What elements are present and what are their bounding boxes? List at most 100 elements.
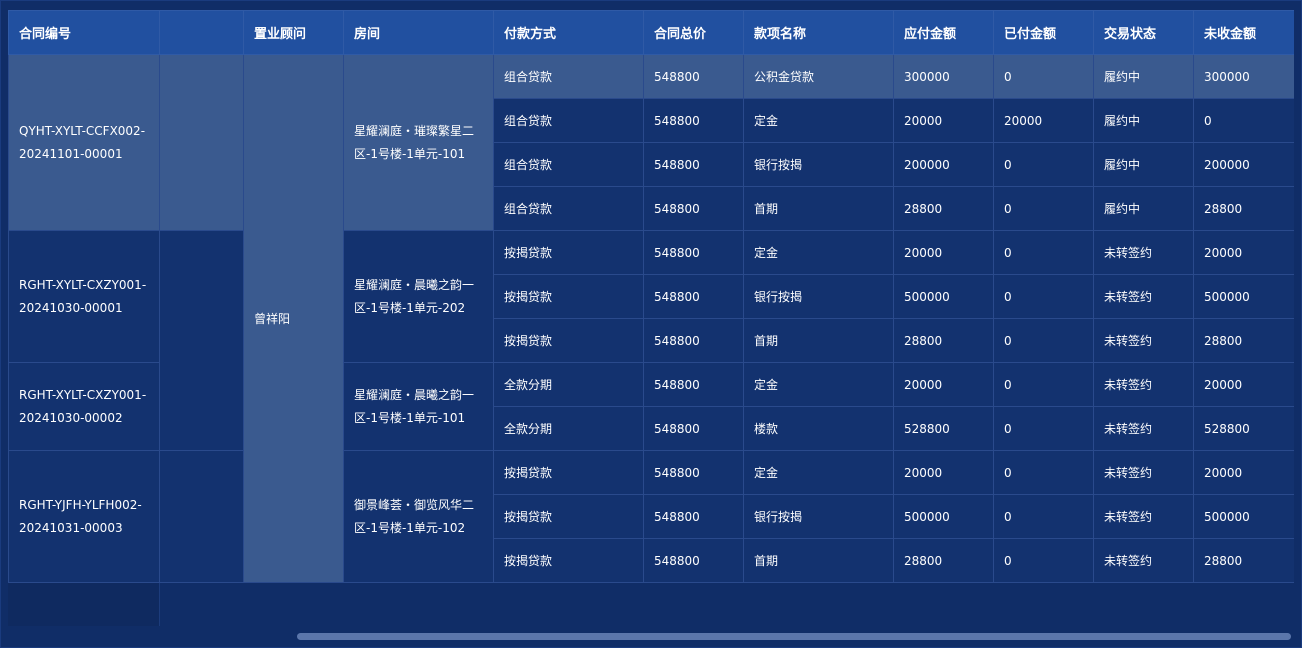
amount-due-cell: 20000 — [893, 98, 994, 143]
trade-status-cell: 履约中 — [1093, 54, 1194, 99]
amount-unpaid-cell: 28800 — [1193, 318, 1294, 363]
payment-method-cell: 全款分期 — [493, 406, 644, 451]
amount-paid-cell: 0 — [993, 362, 1094, 407]
contract-no-cell: RGHT-XYLT-CXZY001-20241030-00001 — [8, 230, 160, 363]
trade-status-cell: 未转签约 — [1093, 450, 1194, 495]
table-row[interactable]: RGHT-XYLT-CXZY001-20241030-00001 星耀澜庭・晨曦… — [8, 230, 1294, 451]
table-header-row: 合同编号 置业顾问 房间 付款方式 合同总价 款项名称 应付金额 已付金额 交易… — [8, 10, 1294, 55]
table-scroll-area[interactable]: 合同编号 置业顾问 房间 付款方式 合同总价 款项名称 应付金额 已付金额 交易… — [8, 10, 1294, 644]
header-item-name[interactable]: 款项名称 — [743, 10, 894, 55]
amount-due-cell: 500000 — [893, 274, 994, 319]
payment-method-cell: 组合贷款 — [493, 54, 644, 99]
contract-no-cell: RGHT-XYLT-CXZY001-20241030-00002 — [8, 362, 160, 451]
amount-unpaid-cell: 20000 — [1193, 450, 1294, 495]
amount-unpaid-cell: 20000 — [1193, 230, 1294, 275]
trade-status-cell: 未转签约 — [1093, 318, 1194, 363]
amount-due-cell: 500000 — [893, 494, 994, 539]
room-cell: 星耀澜庭・璀璨繁星二区-1号楼-1单元-101 — [343, 54, 494, 231]
header-contract-no[interactable]: 合同编号 — [8, 10, 160, 55]
item-name-cell: 定金 — [743, 450, 894, 495]
amount-paid-cell: 0 — [993, 494, 1094, 539]
advisor-cell: 曾祥阳 — [243, 54, 344, 583]
item-name-cell: 定金 — [743, 362, 894, 407]
horizontal-scrollbar[interactable] — [297, 633, 1291, 640]
trade-status-cell: 未转签约 — [1093, 274, 1194, 319]
contract-total-cell: 548800 — [643, 230, 744, 275]
amount-unpaid-cell: 28800 — [1193, 538, 1294, 583]
amount-due-cell: 528800 — [893, 406, 994, 451]
item-name-cell: 楼款 — [743, 406, 894, 451]
trade-status-cell: 未转签约 — [1093, 362, 1194, 407]
amount-unpaid-cell: 528800 — [1193, 406, 1294, 451]
amount-due-cell: 28800 — [893, 186, 994, 231]
amount-due-cell: 28800 — [893, 538, 994, 583]
payment-method-cell: 全款分期 — [493, 362, 644, 407]
amount-due-cell: 20000 — [893, 362, 994, 407]
contract-total-cell: 548800 — [643, 406, 744, 451]
horizontal-scrollbar-thumb[interactable] — [297, 633, 1291, 640]
header-amount-unpaid[interactable]: 未收金额 — [1193, 10, 1294, 55]
room-cell: 御景峰荟・御览风华二区-1号楼-1单元-102 — [343, 450, 494, 583]
amount-unpaid-cell: 28800 — [1193, 186, 1294, 231]
amount-paid-cell: 0 — [993, 186, 1094, 231]
amount-due-cell: 20000 — [893, 450, 994, 495]
amount-due-cell: 28800 — [893, 318, 994, 363]
contract-no-cell: QYHT-XYLT-CCFX002-20241101-00001 — [8, 54, 160, 231]
contract-payment-table: 合同编号 置业顾问 房间 付款方式 合同总价 款项名称 应付金额 已付金额 交易… — [8, 10, 1294, 583]
header-contract-total[interactable]: 合同总价 — [643, 10, 744, 55]
header-trade-status[interactable]: 交易状态 — [1093, 10, 1194, 55]
item-name-cell: 银行按揭 — [743, 494, 894, 539]
header-amount-paid[interactable]: 已付金额 — [993, 10, 1094, 55]
trade-status-cell: 履约中 — [1093, 98, 1194, 143]
amount-paid-cell: 0 — [993, 274, 1094, 319]
item-name-cell: 公积金贷款 — [743, 54, 894, 99]
item-name-cell: 首期 — [743, 186, 894, 231]
contract-total-cell: 548800 — [643, 362, 744, 407]
trade-status-cell: 未转签约 — [1093, 406, 1194, 451]
header-room[interactable]: 房间 — [343, 10, 494, 55]
blank-cell — [159, 450, 244, 583]
amount-unpaid-cell: 20000 — [1193, 362, 1294, 407]
header-amount-due[interactable]: 应付金额 — [893, 10, 994, 55]
blank-cell — [159, 230, 244, 451]
payment-method-cell: 按揭贷款 — [493, 538, 644, 583]
amount-unpaid-cell: 0 — [1193, 98, 1294, 143]
payment-method-cell: 组合贷款 — [493, 98, 644, 143]
amount-paid-cell: 0 — [993, 318, 1094, 363]
amount-paid-cell: 0 — [993, 406, 1094, 451]
payment-method-cell: 组合贷款 — [493, 142, 644, 187]
contract-total-cell: 548800 — [643, 318, 744, 363]
room-cell: 星耀澜庭・晨曦之韵一区-1号楼-1单元-202 — [343, 230, 494, 363]
trade-status-cell: 未转签约 — [1093, 230, 1194, 275]
amount-paid-cell: 0 — [993, 54, 1094, 99]
payment-method-cell: 按揭贷款 — [493, 274, 644, 319]
amount-paid-cell: 20000 — [993, 98, 1094, 143]
item-name-cell: 首期 — [743, 318, 894, 363]
header-blank[interactable] — [159, 10, 244, 55]
contract-total-cell: 548800 — [643, 450, 744, 495]
payment-method-cell: 按揭贷款 — [493, 230, 644, 275]
table-row[interactable]: QYHT-XYLT-CCFX002-20241101-00001 曾祥阳 星耀澜… — [8, 54, 1294, 583]
header-payment-method[interactable]: 付款方式 — [493, 10, 644, 55]
amount-paid-cell: 0 — [993, 538, 1094, 583]
contract-total-cell: 548800 — [643, 98, 744, 143]
contract-total-cell: 548800 — [643, 54, 744, 99]
table-row[interactable]: RGHT-YJFH-YLFH002-20241031-00003 御景峰荟・御览… — [8, 450, 1294, 583]
item-name-cell: 银行按揭 — [743, 274, 894, 319]
payment-method-cell: 按揭贷款 — [493, 494, 644, 539]
trade-status-cell: 未转签约 — [1093, 538, 1194, 583]
amount-unpaid-cell: 500000 — [1193, 494, 1294, 539]
payment-method-cell: 按揭贷款 — [493, 450, 644, 495]
contract-total-cell: 548800 — [643, 494, 744, 539]
amount-due-cell: 300000 — [893, 54, 994, 99]
fixed-column-footer — [8, 583, 160, 626]
payment-method-cell: 按揭贷款 — [493, 318, 644, 363]
amount-due-cell: 200000 — [893, 142, 994, 187]
amount-paid-cell: 0 — [993, 230, 1094, 275]
item-name-cell: 首期 — [743, 538, 894, 583]
header-advisor[interactable]: 置业顾问 — [243, 10, 344, 55]
room-cell: 星耀澜庭・晨曦之韵一区-1号楼-1单元-101 — [343, 362, 494, 451]
item-name-cell: 定金 — [743, 230, 894, 275]
contract-total-cell: 548800 — [643, 142, 744, 187]
contract-total-cell: 548800 — [643, 538, 744, 583]
